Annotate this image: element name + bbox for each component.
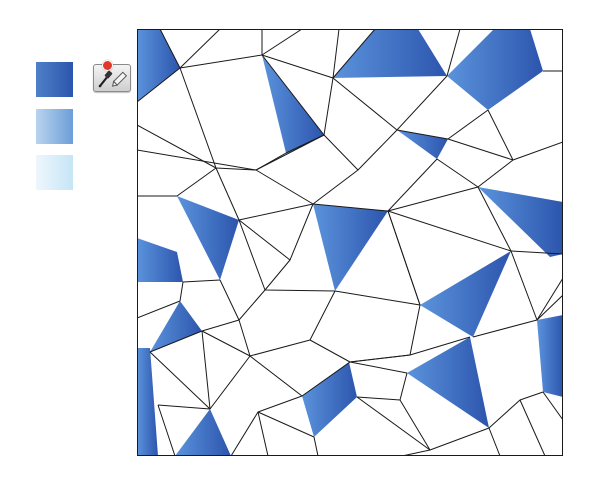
artboard-canvas[interactable] [137,29,563,456]
swatch-dark-blue[interactable] [36,62,73,97]
swatch-light-blue[interactable] [36,155,73,190]
pencil-icon [111,71,128,87]
swatch-palette [36,62,73,192]
eyedropper-tool-button[interactable] [93,60,131,92]
triangulation-artwork [137,29,563,456]
swatch-medium-blue[interactable] [36,109,73,144]
